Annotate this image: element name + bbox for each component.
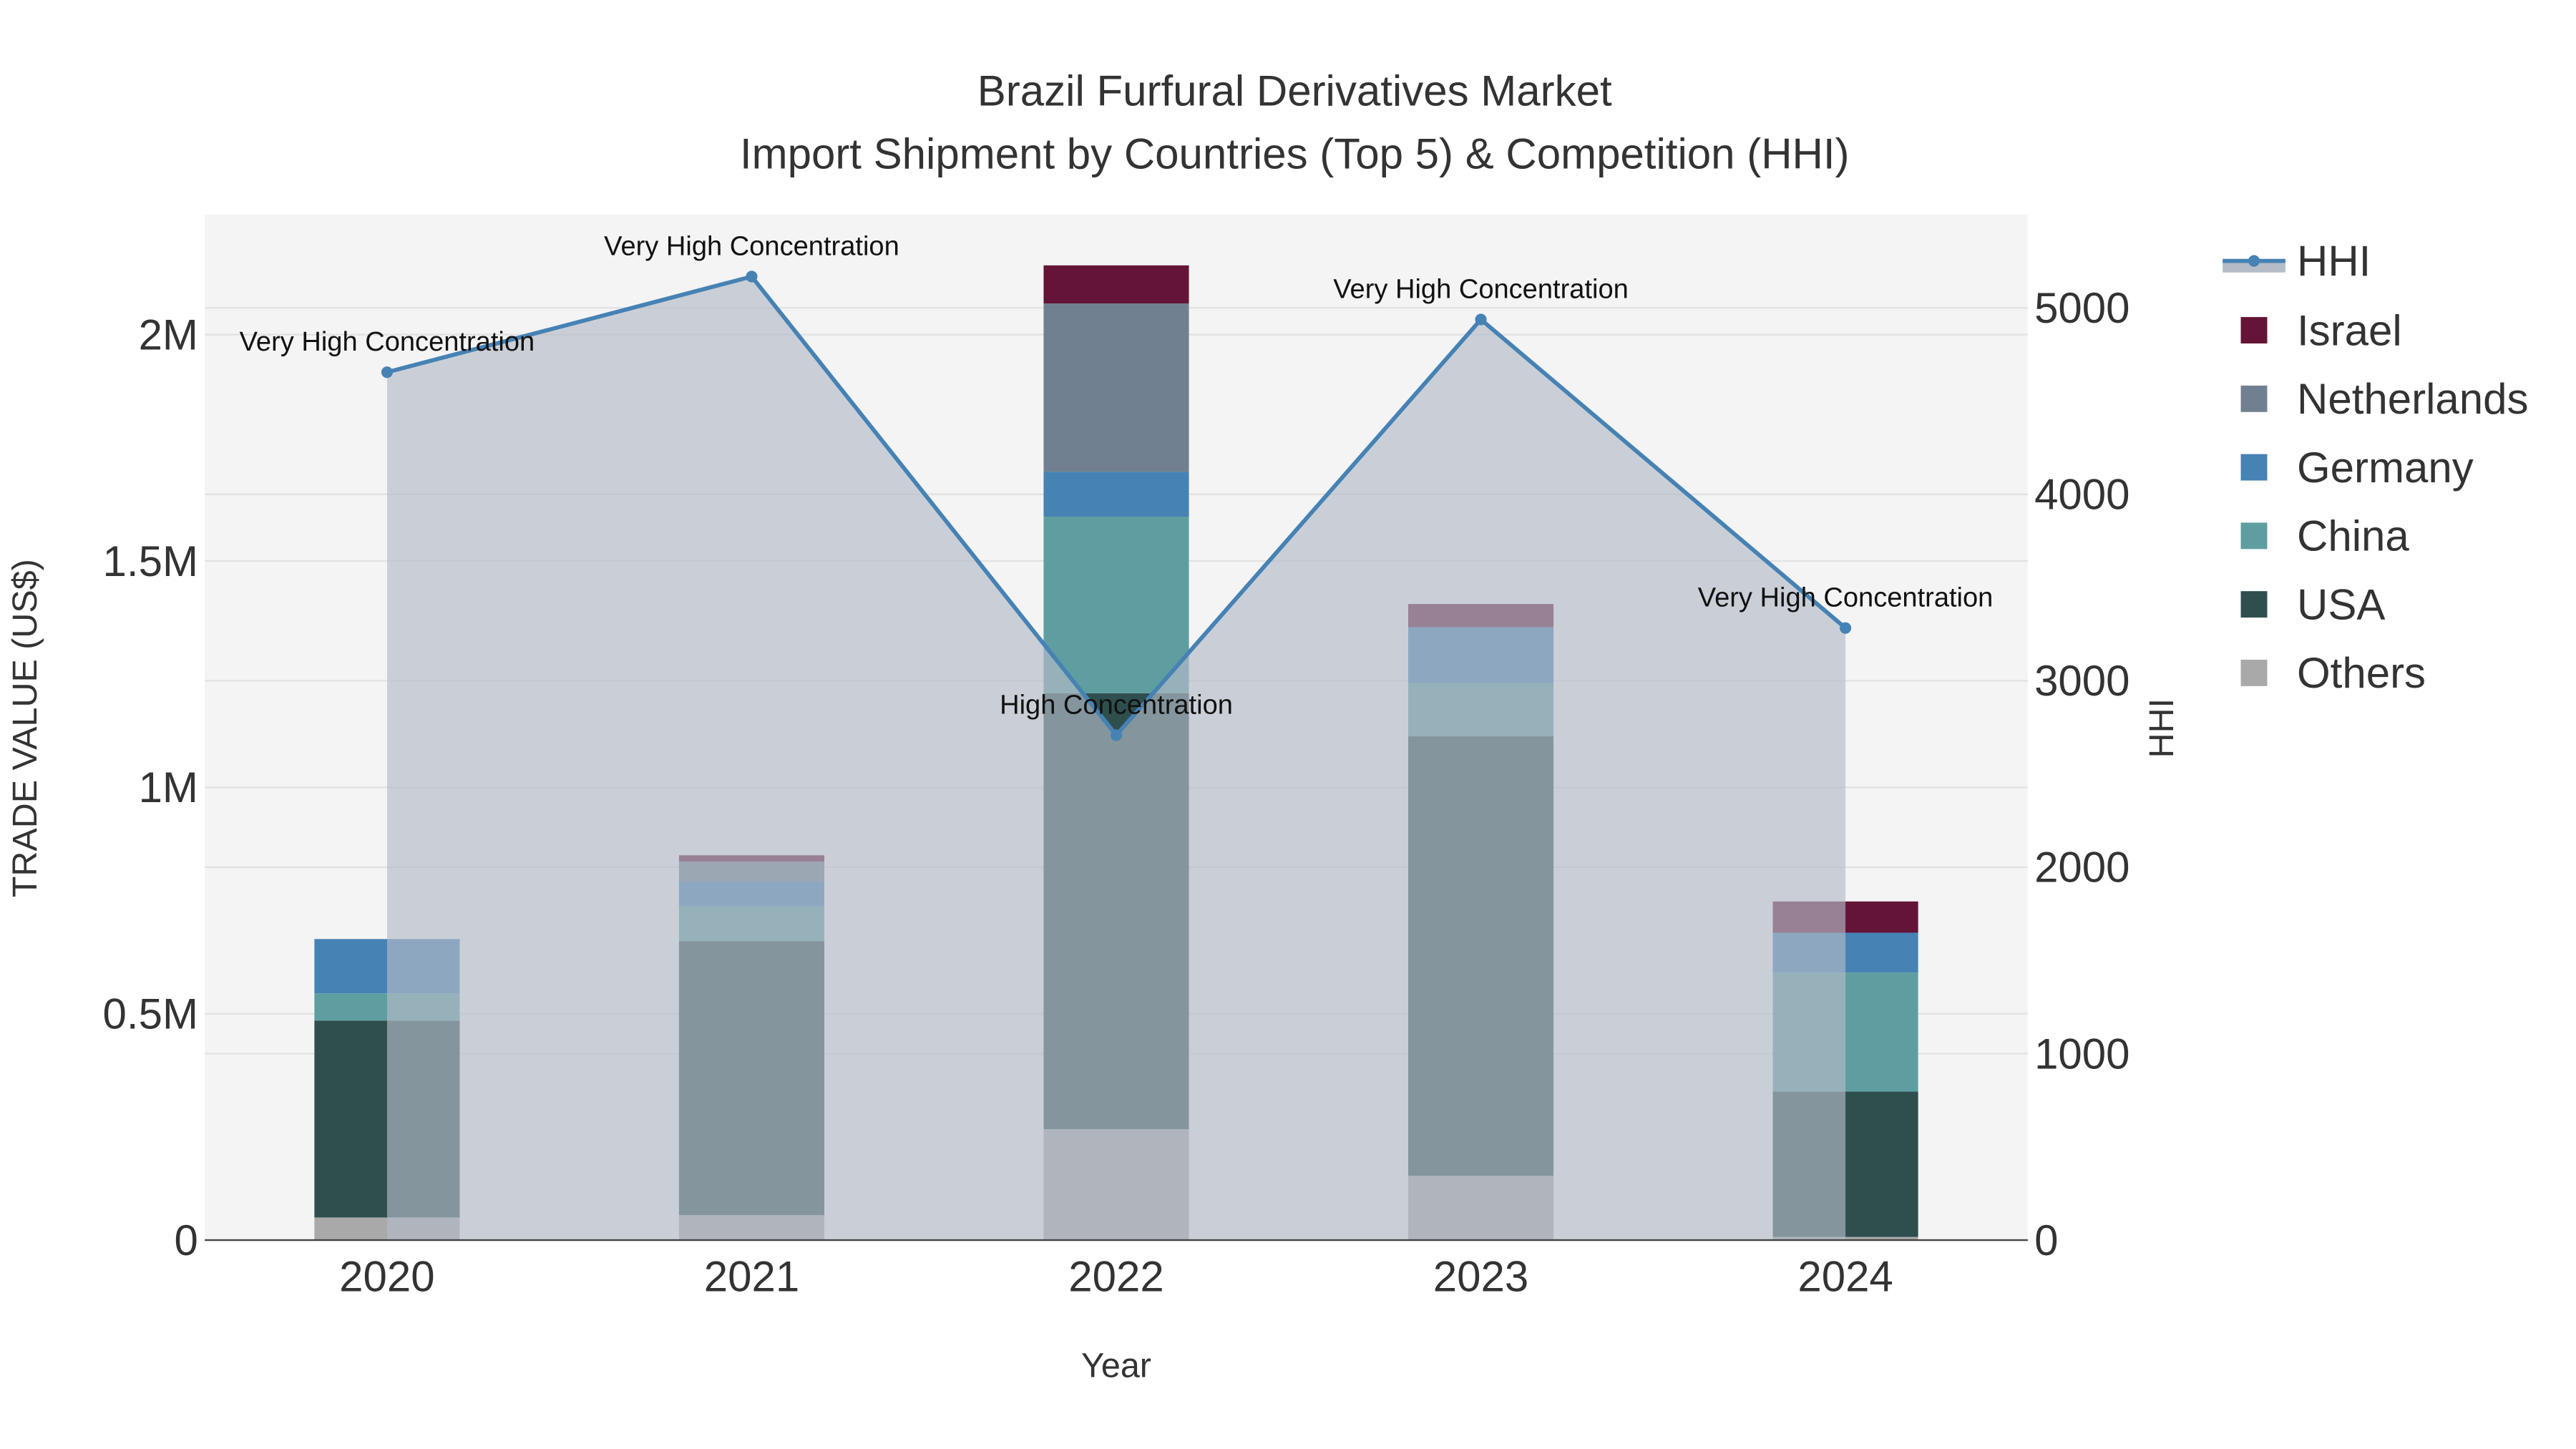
hhi-point — [1110, 729, 1123, 741]
hhi-point — [381, 366, 393, 379]
x-tick-label: 2022 — [1068, 1253, 1163, 1301]
y-axis-label: TRADE VALUE (US$) — [6, 559, 44, 897]
y-tick-label: 2M — [139, 311, 198, 358]
y-tick-label: 1M — [139, 763, 198, 811]
legend-label-germany[interactable]: Germany — [2297, 444, 2474, 492]
bar-china-2022 — [1043, 517, 1189, 693]
hhi-annotation: Very High Concentration — [240, 327, 535, 357]
x-tick-label: 2023 — [1433, 1253, 1528, 1301]
x-tick-label: 2020 — [339, 1253, 434, 1301]
y2-tick-label: 4000 — [2034, 471, 2129, 519]
legend-hhi-marker — [2248, 255, 2260, 267]
y2-tick-label: 5000 — [2034, 284, 2129, 332]
legend-label-others[interactable]: Others — [2297, 649, 2426, 697]
chart-subtitle: Import Shipment by Countries (Top 5) & C… — [740, 130, 1850, 177]
hhi-point — [1840, 622, 1852, 634]
hhi-point — [746, 270, 758, 283]
y2-tick-label: 0 — [2034, 1216, 2058, 1264]
legend-label-netherlands[interactable]: Netherlands — [2297, 375, 2529, 423]
hhi-annotation: Very High Concentration — [1333, 274, 1629, 304]
chart-title: Brazil Furfural Derivatives Market — [977, 67, 1612, 115]
x-tick-label: 2024 — [1797, 1253, 1893, 1301]
y-tick-label: 0 — [175, 1216, 198, 1264]
legend-label-usa[interactable]: USA — [2297, 580, 2385, 628]
y2-axis-label: HHI — [2142, 698, 2181, 758]
legend-label-israel[interactable]: Israel — [2297, 306, 2402, 354]
x-tick-label: 2021 — [704, 1253, 799, 1301]
hhi-annotation: High Concentration — [1000, 690, 1233, 720]
x-axis-label: Year — [1081, 1347, 1151, 1385]
y-tick-label: 0.5M — [103, 990, 198, 1038]
bar-netherlands-2022 — [1043, 303, 1189, 472]
y2-tick-label: 3000 — [2034, 657, 2129, 705]
y-tick-label: 1.5M — [103, 537, 198, 585]
chart: Very High Concentration Very High Concent… — [0, 0, 2576, 1449]
legend-swatch-usa — [2240, 591, 2268, 618]
legend-swatch-israel — [2240, 317, 2268, 343]
legend-label-hhi[interactable]: HHI — [2297, 237, 2371, 285]
legend-swatch-others — [2240, 659, 2268, 686]
legend-swatch-netherlands — [2240, 385, 2268, 412]
bar-germany-2022 — [1043, 472, 1189, 517]
bar-israel-2022 — [1043, 265, 1189, 304]
legend-label-china[interactable]: China — [2297, 512, 2409, 560]
hhi-point — [1475, 313, 1487, 326]
legend-swatch-germany — [2240, 454, 2268, 481]
y2-tick-label: 1000 — [2034, 1030, 2129, 1078]
hhi-annotation: Very High Concentration — [604, 232, 899, 262]
hhi-annotation: Very High Concentration — [1698, 583, 1994, 613]
y2-tick-label: 2000 — [2034, 844, 2129, 892]
legend-swatch-china — [2240, 522, 2268, 550]
